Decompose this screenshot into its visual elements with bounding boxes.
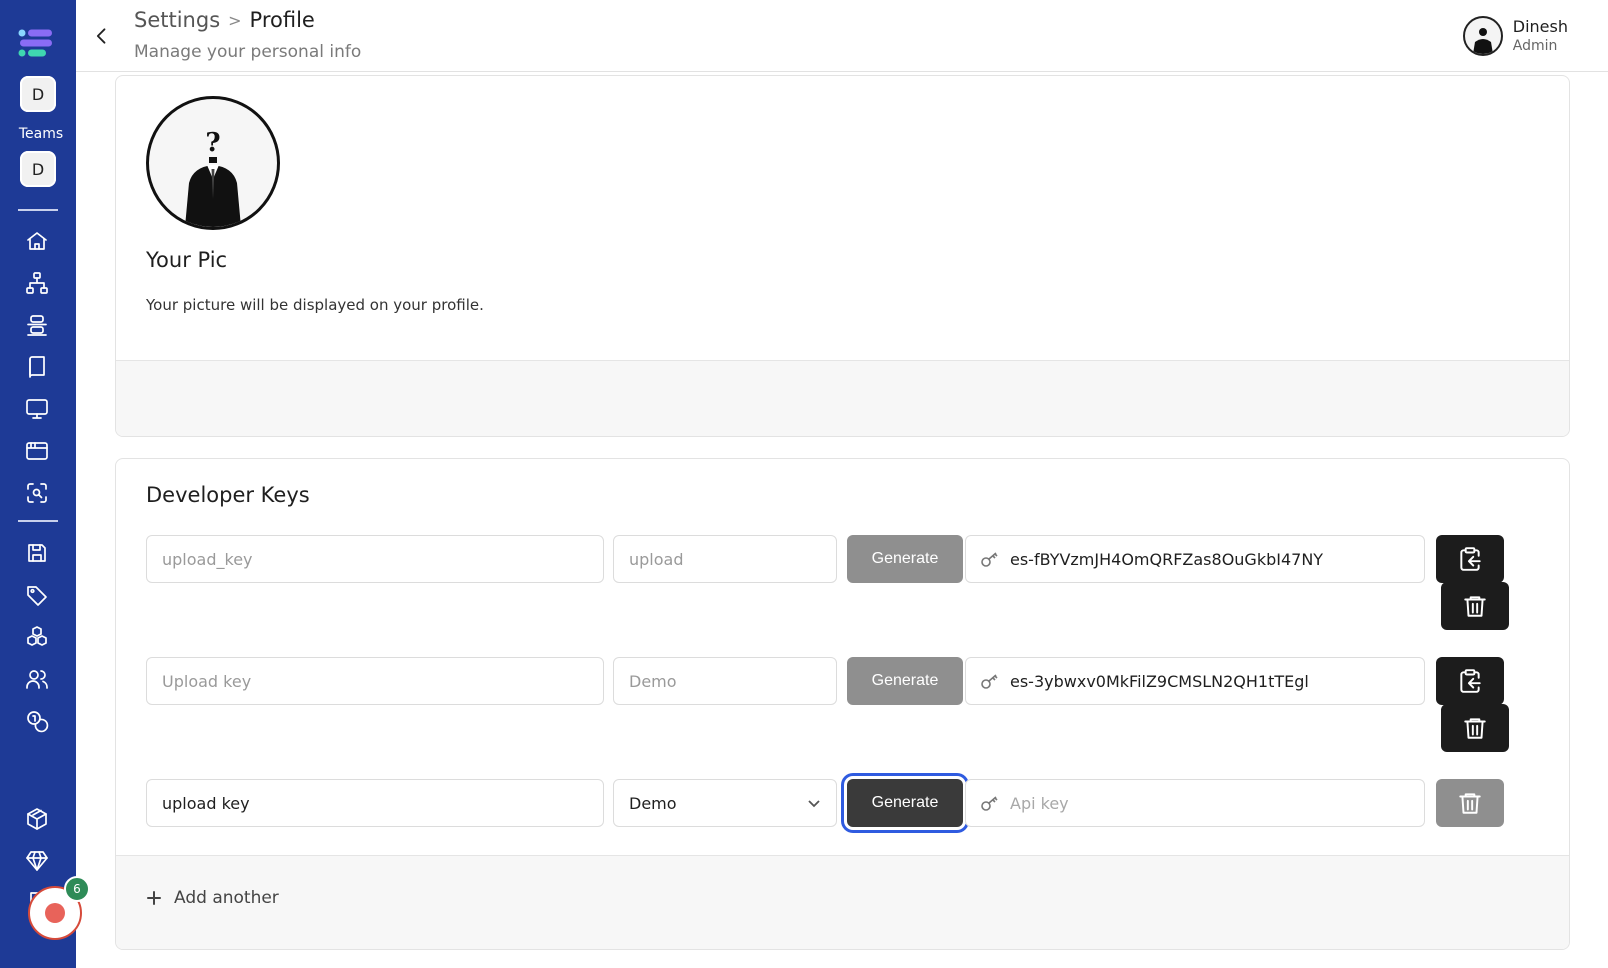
delete-new-key-button[interactable]: [1436, 779, 1504, 827]
sidebar: D Teams D 6: [0, 0, 90, 968]
teams-label: Teams: [18, 126, 64, 142]
generate-button-active[interactable]: Generate: [847, 779, 963, 827]
browser-window-icon[interactable]: [24, 438, 50, 464]
generate-button[interactable]: Generate: [847, 657, 963, 705]
user-avatar[interactable]: [1462, 16, 1503, 56]
coins-icon[interactable]: [24, 708, 50, 734]
book-icon[interactable]: [24, 354, 50, 380]
pic-description: Your picture will be displayed on your p…: [146, 296, 484, 314]
monitor-icon[interactable]: [24, 396, 50, 422]
svg-text:?: ?: [205, 128, 220, 158]
api-key-value: es-fBYVzmJH4OmQRFZas8OuGkbI47NY: [1010, 549, 1324, 569]
page-subtitle: Manage your personal info: [134, 42, 362, 62]
cubes-icon[interactable]: [24, 624, 50, 650]
team-switcher-avatar[interactable]: D: [20, 76, 56, 112]
api-key-field[interactable]: es-3ybwxv0MkFilZ9CMSLN2QH1tTEgl: [965, 657, 1425, 705]
new-api-key-field[interactable]: Api key: [965, 779, 1425, 827]
developer-keys-footer: Add another: [116, 855, 1569, 949]
new-key-scope-select[interactable]: Demo: [613, 779, 837, 827]
home-icon[interactable]: [24, 228, 50, 254]
scope-select-value: Demo: [629, 793, 677, 813]
add-another-label: Add another: [174, 888, 279, 908]
clipboard-copy-icon: [1460, 547, 1481, 571]
sitemap-icon[interactable]: [24, 270, 50, 296]
new-key-name-input[interactable]: upload key: [146, 779, 604, 827]
breadcrumb-separator: >: [228, 10, 242, 30]
developer-keys-card: Developer Keys upload_key upload Generat…: [115, 458, 1570, 950]
pic-title: Your Pic: [146, 248, 228, 272]
app-logo-icon[interactable]: [18, 28, 54, 58]
stack-icon[interactable]: [24, 312, 50, 338]
clipboard-copy-icon: [1460, 669, 1481, 693]
copy-key-button[interactable]: [1436, 657, 1504, 705]
incognito-avatar-icon: [1472, 28, 1493, 54]
api-key-field[interactable]: es-fBYVzmJH4OmQRFZas8OuGkbI47NY: [965, 535, 1425, 583]
key-icon: [980, 796, 1000, 812]
chevron-left-icon: [96, 28, 106, 44]
save-icon[interactable]: [24, 540, 50, 566]
record-dot-icon: [45, 903, 65, 923]
gem-icon[interactable]: [24, 848, 50, 874]
team-avatar[interactable]: D: [20, 151, 56, 187]
trash-icon: [1464, 718, 1486, 739]
package-plus-icon[interactable]: [24, 806, 50, 832]
profile-picture-card: ? Your Pic Your picture will be displaye…: [115, 75, 1570, 437]
developer-keys-title: Developer Keys: [146, 483, 310, 507]
key-scope-input[interactable]: upload: [613, 535, 837, 583]
api-key-value: es-3ybwxv0MkFilZ9CMSLN2QH1tTEgl: [1010, 671, 1309, 691]
sidebar-divider: [18, 520, 58, 522]
key-icon: [980, 552, 1000, 568]
add-another-button[interactable]: Add another: [146, 888, 279, 908]
page-header: Settings > Profile Manage your personal …: [76, 0, 1608, 72]
api-key-placeholder: Api key: [1010, 793, 1069, 813]
notification-badge: 6: [64, 876, 90, 902]
trash-icon: [1459, 793, 1481, 814]
trash-icon: [1464, 596, 1486, 617]
scan-search-icon[interactable]: [24, 480, 50, 506]
breadcrumb-profile: Profile: [249, 8, 315, 32]
tag-icon[interactable]: [24, 582, 50, 608]
key-name-input[interactable]: Upload key: [146, 657, 604, 705]
delete-key-button[interactable]: [1441, 704, 1509, 752]
key-scope-input[interactable]: Demo: [613, 657, 837, 705]
user-role: Admin: [1512, 38, 1558, 54]
chevron-down-icon: [808, 800, 820, 808]
back-button[interactable]: [90, 24, 114, 48]
profile-picture[interactable]: ?: [146, 96, 280, 230]
breadcrumb: Settings > Profile: [134, 8, 315, 32]
plus-icon: [147, 891, 161, 905]
key-icon: [980, 674, 1000, 690]
generate-button[interactable]: Generate: [847, 535, 963, 583]
delete-key-button[interactable]: [1441, 582, 1509, 630]
anonymous-person-icon: ?: [185, 128, 241, 227]
key-name-input[interactable]: upload_key: [146, 535, 604, 583]
user-name: Dinesh: [1512, 17, 1568, 36]
sidebar-divider: [18, 209, 58, 211]
profile-card-footer: [116, 360, 1569, 436]
users-icon[interactable]: [24, 666, 50, 692]
breadcrumb-settings[interactable]: Settings: [134, 8, 220, 32]
user-menu[interactable]: Dinesh Admin: [1462, 16, 1568, 56]
copy-key-button[interactable]: [1436, 535, 1504, 583]
